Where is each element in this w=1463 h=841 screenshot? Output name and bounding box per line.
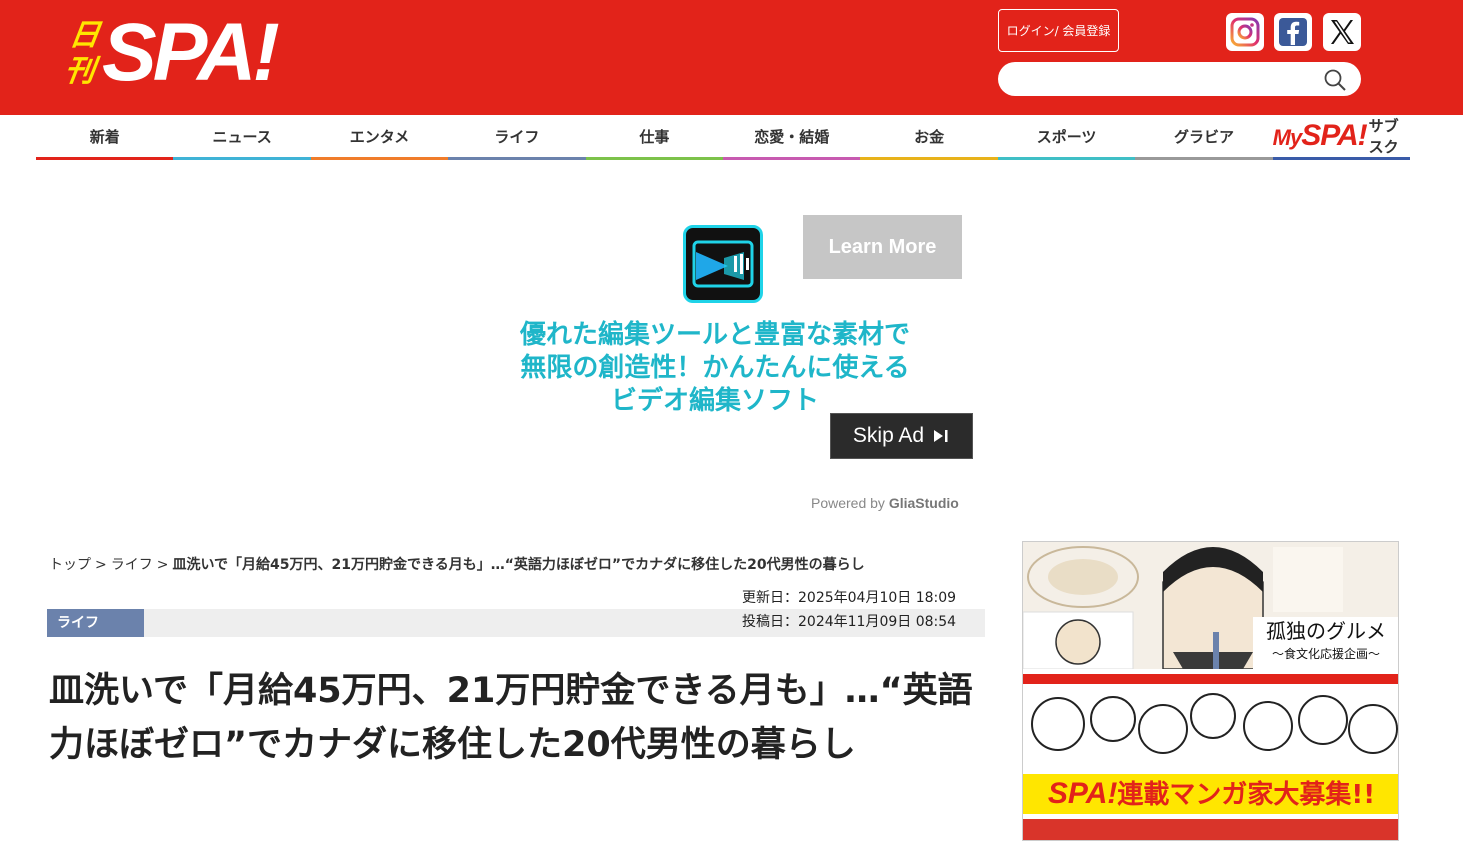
- article-title: 皿洗いで「月給45万円、21万円貯金できる月も」…“英語力ほぼゼロ”でカナダに移…: [49, 671, 973, 765]
- nav-item-news[interactable]: ニュース: [173, 115, 311, 160]
- powered-by-label: Powered by: [811, 495, 885, 511]
- skip-forward-icon: [934, 430, 948, 442]
- gourmet-subtitle: 〜食文化応援企画〜: [1271, 647, 1380, 661]
- next-banner-strip[interactable]: [1023, 819, 1398, 840]
- x-icon[interactable]: [1323, 13, 1361, 51]
- nav-item-entame[interactable]: エンタメ: [310, 115, 449, 160]
- search-input[interactable]: [1012, 68, 1312, 90]
- nav-label: ライフ: [494, 127, 540, 146]
- manga-recruit-banner[interactable]: SPA!連載マンガ家大募集!!: [1023, 674, 1398, 819]
- banner-band: [1023, 674, 1398, 684]
- breadcrumb: トップ > ライフ > 皿洗いで「月給45万円、21万円貯金できる月も」…“英語力ほぼゼ…: [49, 554, 989, 574]
- nav-label: グラビア: [1173, 127, 1234, 146]
- gourmet-banner-image[interactable]: 孤独のグルメ 〜食文化応援企画〜: [1023, 542, 1398, 670]
- nav-label: お金: [914, 127, 945, 146]
- skip-ad-label: Skip Ad: [852, 424, 925, 447]
- nav-label: 仕事: [639, 127, 670, 146]
- updated-date: 更新日：2025年04月10日 18:09: [742, 590, 957, 606]
- learn-more-button[interactable]: Learn More: [803, 215, 962, 279]
- nav-label: サブスク: [1368, 117, 1399, 156]
- nav-label: ニュース: [212, 127, 272, 146]
- manga-spa-logo: SPA!: [1047, 777, 1118, 810]
- breadcrumb-category[interactable]: ライフ: [111, 557, 153, 573]
- search-icon[interactable]: [1323, 68, 1347, 92]
- powered-by[interactable]: Powered by GliaStudio: [811, 495, 959, 511]
- nav-label: エンタメ: [349, 127, 410, 146]
- nav-label: 恋愛・結婚: [754, 127, 830, 146]
- ad-copy[interactable]: 優れた編集ツールと豊富な素材で無限の創造性！かんたんに使えるビデオ編集ソフト: [520, 319, 910, 418]
- manga-recruit-text: SPA!連載マンガ家大募集!!: [1023, 774, 1398, 814]
- nav-item-life[interactable]: ライフ: [448, 115, 586, 160]
- facebook-icon[interactable]: [1274, 13, 1312, 51]
- manga-recruit-label: 連載マンガ家大募集!!: [1117, 780, 1376, 810]
- site-logo[interactable]: 日刊 SPA!: [60, 8, 280, 98]
- breadcrumb-separator: >: [95, 557, 107, 573]
- nav-label: スポーツ: [1036, 127, 1097, 146]
- myspa-logo: MySPA!: [1272, 119, 1368, 152]
- global-nav: 新着 ニュース エンタメ ライフ 仕事 恋愛・結婚 お金 スポーツ グラビア M…: [36, 115, 1411, 160]
- powered-by-brand: GliaStudio: [888, 495, 959, 511]
- logo-spa: SPA!: [102, 7, 280, 98]
- nav-item-work[interactable]: 仕事: [585, 115, 724, 160]
- nav-item-sports[interactable]: スポーツ: [997, 115, 1136, 160]
- search-box: [998, 62, 1361, 96]
- nav-item-myspa-subscribe[interactable]: MySPA! サブスク: [1272, 115, 1411, 160]
- nav-item-love[interactable]: 恋愛・結婚: [723, 115, 861, 160]
- video-ad: Learn More 優れた編集ツールと豊富な素材で無限の創造性！かんたんに使え…: [520, 205, 980, 525]
- video-editor-app-icon[interactable]: [683, 225, 763, 303]
- nav-label: 新着: [89, 127, 120, 146]
- nav-item-money[interactable]: お金: [860, 115, 998, 160]
- skip-ad-button[interactable]: Skip Ad: [830, 413, 973, 459]
- nav-item-gravure[interactable]: グラビア: [1135, 115, 1273, 160]
- manga-characters-illustration: [1031, 693, 1398, 754]
- logo-nikkan: 日刊: [62, 18, 103, 89]
- gourmet-title-box: 孤独のグルメ 〜食文化応援企画〜: [1253, 617, 1398, 669]
- side-banner[interactable]: 孤独のグルメ 〜食文化応援企画〜 SPA!連載マンガ家大募集!!: [1022, 541, 1399, 841]
- site-header: 日刊 SPA! ログイン/ 会員登録: [0, 0, 1463, 115]
- category-tag[interactable]: ライフ: [47, 609, 144, 637]
- breadcrumb-separator: >: [156, 557, 169, 573]
- posted-date: 投稿日：2024年11月09日 08:54: [742, 614, 957, 630]
- login-register-button[interactable]: ログイン/ 会員登録: [998, 9, 1119, 52]
- breadcrumb-current: 皿洗いで「月給45万円、21万円貯金できる月も」…“英語力ほぼゼロ”でカナダに移…: [172, 557, 865, 573]
- breadcrumb-top[interactable]: トップ: [49, 557, 91, 573]
- instagram-icon[interactable]: [1226, 13, 1264, 51]
- nav-item-new[interactable]: 新着: [36, 115, 174, 160]
- gourmet-title: 孤独のグルメ: [1266, 619, 1386, 643]
